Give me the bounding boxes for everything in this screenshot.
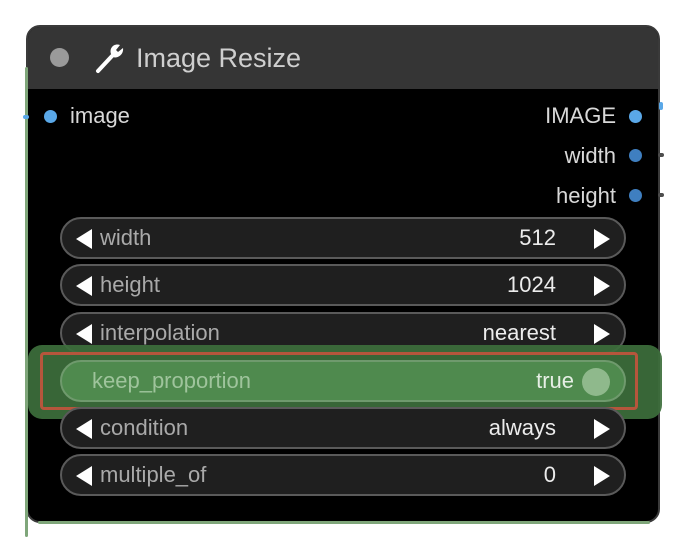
- output-slot-image-dot[interactable]: [629, 110, 642, 123]
- widget-label: condition: [100, 415, 189, 440]
- output-link-stub-width: [658, 153, 664, 157]
- keep-proportion-toggle-widget[interactable]: keep_proportion true: [60, 360, 626, 402]
- workflow-canvas[interactable]: Image Resize image IMAGE width height wi…: [0, 0, 688, 550]
- condition-combo-widget[interactable]: condition always: [60, 407, 626, 449]
- widget-value[interactable]: 0: [544, 456, 556, 494]
- widget-value[interactable]: 512: [519, 219, 556, 257]
- output-link-stub-height: [658, 193, 664, 197]
- input-link-stub: [23, 115, 29, 119]
- output-link-stub-image: [659, 102, 663, 110]
- widget-label: width: [100, 225, 152, 250]
- widget-value[interactable]: 1024: [507, 266, 556, 304]
- decrement-arrow-icon[interactable]: [76, 229, 92, 249]
- width-number-widget[interactable]: width 512: [60, 217, 626, 259]
- height-number-widget[interactable]: height 1024: [60, 264, 626, 306]
- output-slot-image-label: IMAGE: [545, 103, 616, 128]
- decrement-arrow-icon[interactable]: [76, 276, 92, 296]
- multiple-of-number-widget[interactable]: multiple_of 0: [60, 454, 626, 496]
- input-slot-image-label: image: [70, 103, 130, 128]
- widget-label: height: [100, 272, 160, 297]
- wrench-icon: [96, 44, 124, 73]
- widget-value[interactable]: always: [489, 409, 556, 447]
- input-slot-image-dot[interactable]: [44, 110, 57, 123]
- node-header[interactable]: Image Resize: [28, 27, 658, 89]
- output-slot-width-dot[interactable]: [629, 149, 642, 162]
- increment-arrow-icon[interactable]: [594, 276, 610, 296]
- previous-arrow-icon[interactable]: [76, 419, 92, 439]
- previous-arrow-icon[interactable]: [76, 324, 92, 344]
- output-slot-height-label: height: [556, 183, 616, 208]
- node-selection-edge-bottom: [38, 521, 650, 524]
- decrement-arrow-icon[interactable]: [76, 466, 92, 486]
- widget-label: multiple_of: [100, 462, 207, 487]
- image-resize-node[interactable]: Image Resize image IMAGE width height wi…: [23, 25, 664, 537]
- toggle-knob-icon[interactable]: [582, 368, 610, 396]
- collapse-dot-icon[interactable]: [50, 48, 69, 67]
- node-selection-edge-left: [25, 67, 28, 537]
- widget-value: true: [536, 368, 574, 393]
- next-arrow-icon[interactable]: [594, 419, 610, 439]
- widget-label: keep_proportion: [92, 368, 252, 393]
- output-slot-width-label: width: [564, 143, 616, 168]
- increment-arrow-icon[interactable]: [594, 229, 610, 249]
- output-slot-height-dot[interactable]: [629, 189, 642, 202]
- next-arrow-icon[interactable]: [594, 324, 610, 344]
- increment-arrow-icon[interactable]: [594, 466, 610, 486]
- node-title: Image Resize: [136, 43, 302, 73]
